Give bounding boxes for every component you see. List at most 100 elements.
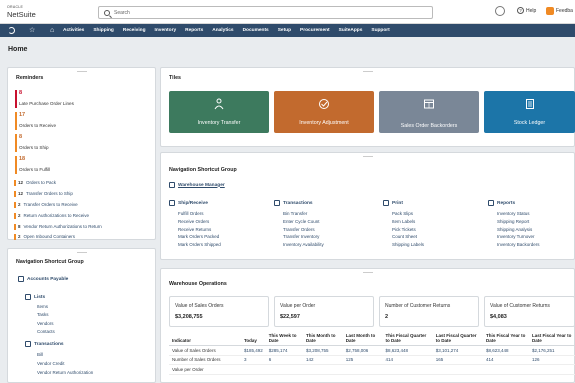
reminder-row[interactable]: 8 Vendor Return Authorizations to Return [14, 223, 102, 230]
drag-handle[interactable] [76, 71, 87, 72]
reminder-row[interactable]: 2 Transfer Orders to Receive [14, 201, 78, 208]
nav-support[interactable]: Support [371, 28, 389, 33]
recent-records-icon[interactable] [495, 6, 505, 16]
column-head[interactable]: Transactions [274, 200, 324, 206]
shortcut-link[interactable]: Mark Orders Packed [178, 233, 221, 241]
warehouse-manager-link[interactable]: Warehouse Manager [169, 182, 225, 188]
shortcut-link[interactable]: Transfer Inventory [283, 233, 324, 241]
reminder-row[interactable]: 2 Return Authorizations to Receive [14, 212, 89, 219]
value-cell[interactable]: $3,101,274 [432, 345, 483, 356]
value-cell[interactable]: 142 [303, 355, 343, 365]
kpi-card[interactable]: Number of Customer Returns 2 [379, 296, 479, 327]
shortcut-link[interactable]: Mark Orders Shipped [178, 241, 221, 249]
value-cell[interactable]: 414 [382, 355, 433, 365]
shortcut-link[interactable]: Receive Orders [178, 218, 221, 226]
value-cell[interactable]: 165 [432, 355, 483, 365]
reminder-link[interactable]: Orders to Fulfill [19, 167, 50, 172]
help-button[interactable]: ? Help [517, 7, 536, 14]
shortcut-lists-head[interactable]: Lists [25, 294, 45, 300]
tile-inventory-adjustment[interactable]: Inventory Adjustment [274, 91, 374, 133]
nav-receiving[interactable]: Receiving [123, 28, 146, 33]
nav-inventory[interactable]: Inventory [155, 28, 177, 33]
drag-handle[interactable] [362, 156, 373, 157]
netsuite-logo[interactable]: ORACLE NetSuite [7, 5, 36, 18]
value-cell[interactable]: $3,208,755 [303, 345, 343, 356]
value-cell[interactable]: 3 [241, 355, 266, 365]
shortcut-link[interactable]: Inventory Availability [283, 241, 324, 249]
feedback-button[interactable]: Feedba [546, 7, 573, 15]
shortcut-link[interactable]: Enter Cycle Count [283, 218, 324, 226]
value-cell[interactable]: 126 [528, 355, 575, 365]
drag-handle[interactable] [362, 71, 373, 72]
shortcut-link[interactable]: Items [37, 304, 48, 309]
shortcut-link[interactable]: Vendor Return Authorization [37, 370, 93, 375]
home-icon[interactable]: ⌂ [50, 27, 57, 34]
value-cell[interactable]: $2,758,006 [342, 345, 383, 356]
value-cell[interactable] [528, 364, 575, 375]
value-cell[interactable]: $8,623,448 [482, 345, 529, 356]
value-cell[interactable]: $2,176,251 [528, 345, 575, 356]
shortcut-link[interactable]: Inventory Turnover [497, 233, 540, 241]
shortcut-link[interactable]: Vendor Credit [37, 361, 65, 366]
value-cell[interactable] [303, 364, 343, 375]
shortcut-transactions-head[interactable]: Transactions [25, 341, 64, 347]
shortcut-link[interactable]: Shipping Analysis [497, 226, 540, 234]
tile-stock-ledger[interactable]: Stock Ledger [484, 91, 575, 133]
column-head[interactable]: Print [383, 200, 424, 206]
shortcut-link[interactable]: Bin Transfer [283, 210, 324, 218]
value-cell[interactable] [241, 364, 266, 375]
value-cell[interactable] [432, 364, 483, 375]
shortcut-link[interactable]: Inventory Backorders [497, 241, 540, 249]
shortcut-link[interactable]: Receive Returns [178, 226, 221, 234]
shortcut-link[interactable]: Fulfill Orders [178, 210, 221, 218]
value-cell[interactable]: 6 [265, 355, 303, 365]
nav-procurement[interactable]: Procurement [300, 28, 330, 33]
value-cell[interactable] [482, 364, 529, 375]
column-head[interactable]: Reports [488, 200, 540, 206]
shortcut-link[interactable]: Shipping Report [497, 218, 540, 226]
reminder-link[interactable]: Orders to Receive [19, 123, 56, 128]
value-cell[interactable]: $185,492 [241, 345, 266, 356]
kpi-card[interactable]: Value of Sales Orders $3,208,755 [169, 296, 269, 327]
shortcut-link[interactable]: Tasks [37, 312, 49, 317]
value-cell[interactable] [265, 364, 303, 375]
value-cell[interactable]: $285,174 [265, 345, 303, 356]
shortcut-group-head[interactable]: Accounts Payable [18, 276, 68, 282]
shortcut-link[interactable]: Vendors [37, 321, 54, 326]
reminder-link[interactable]: Orders to Ship [19, 145, 49, 150]
reminder-row[interactable]: 12 Transfer Orders to Ship [14, 190, 73, 197]
tile-sales-order-backorders[interactable]: Sales Order Backorders [379, 91, 479, 133]
nav-reports[interactable]: Reports [185, 28, 203, 33]
global-search[interactable] [98, 6, 433, 19]
kpi-card[interactable]: Value of Customer Returns $4,083 [484, 296, 575, 327]
nav-documents[interactable]: Documents [243, 28, 269, 33]
nav-analytics[interactable]: Analytics [212, 28, 233, 33]
reminder-row[interactable]: 12 Orders to Pack [14, 179, 56, 186]
shortcut-link[interactable]: Bill [37, 352, 43, 357]
tile-inventory-transfer[interactable]: Inventory Transfer [169, 91, 269, 133]
nav-activities[interactable]: Activities [63, 28, 84, 33]
reminder-row[interactable]: 2 Open Inbound Containers [14, 233, 75, 240]
nav-suiteapps[interactable]: SuiteApps [339, 28, 363, 33]
nav-shipping[interactable]: Shipping [93, 28, 114, 33]
shortcut-link[interactable]: Shipping Labels [392, 241, 424, 249]
shortcut-link[interactable]: Inventory Status [497, 210, 540, 218]
star-icon[interactable]: ☆ [29, 27, 36, 34]
shortcut-link[interactable]: Pack Slips [392, 210, 424, 218]
shortcut-link[interactable]: Count Sheet [392, 233, 424, 241]
nav-setup[interactable]: Setup [278, 28, 291, 33]
value-cell[interactable] [382, 364, 433, 375]
drag-handle[interactable] [76, 252, 87, 253]
value-cell[interactable]: $8,623,448 [382, 345, 433, 356]
column-head[interactable]: Ship/Receive [169, 200, 221, 206]
search-input[interactable] [114, 8, 414, 18]
shortcut-link[interactable]: Contacts [37, 329, 55, 334]
value-cell[interactable]: 125 [342, 355, 383, 365]
drag-handle[interactable] [362, 272, 373, 273]
value-cell[interactable]: 414 [482, 355, 529, 365]
kpi-card[interactable]: Value per Order $22,597 [274, 296, 374, 327]
reminder-link[interactable]: Late Purchase Order Lines [19, 101, 74, 106]
shortcut-link[interactable]: Transfer Orders [283, 226, 324, 234]
shortcut-link[interactable]: Pick Tickets [392, 226, 424, 234]
value-cell[interactable] [342, 364, 383, 375]
